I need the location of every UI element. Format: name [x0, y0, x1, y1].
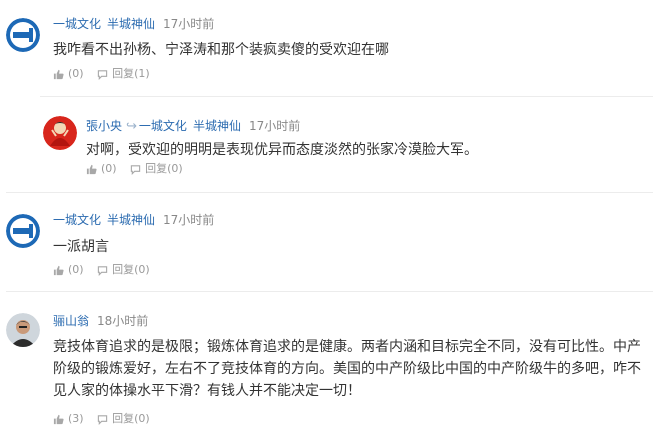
- comment-time: 18小时前: [97, 314, 149, 328]
- key-avatar-icon[interactable]: [6, 214, 40, 248]
- like-button[interactable]: (3): [53, 412, 84, 426]
- like-count: (0): [68, 67, 84, 80]
- comment-header: 一城文化 半城神仙 17小时前: [53, 212, 214, 228]
- comment-text: 竞技体育追求的是极限；锻炼体育追求的是健康。两者内涵和目标完全不同，没有可比性。…: [53, 336, 653, 402]
- like-count: (0): [101, 162, 117, 175]
- comment-header: 骊山翁 18小时前: [53, 313, 148, 329]
- reply-button[interactable]: 回复(0): [97, 263, 150, 277]
- reply-icon: [97, 414, 108, 425]
- reply-target-username[interactable]: 一城文化: [139, 119, 187, 133]
- like-count: (0): [68, 263, 84, 276]
- reply-icon: [97, 265, 108, 276]
- divider: [6, 291, 653, 292]
- comment-time: 17小时前: [248, 119, 301, 133]
- comment-time: 17小时前: [163, 17, 215, 31]
- reply-icon: [97, 69, 108, 80]
- reply-arrow-icon: ↪: [126, 119, 137, 134]
- key-avatar-icon[interactable]: [6, 18, 40, 52]
- reply-count: 回复(0): [112, 412, 150, 425]
- comment-actions: (3) 回复(0): [53, 412, 150, 429]
- divider: [6, 192, 653, 193]
- username-link[interactable]: 半城神仙: [107, 213, 155, 227]
- reply-icon: [130, 164, 141, 175]
- divider: [40, 96, 653, 97]
- thumbs-up-icon: [53, 414, 64, 424]
- like-button[interactable]: (0): [53, 67, 84, 81]
- username-link[interactable]: 半城神仙: [107, 17, 155, 31]
- comment-text: 对啊，受欢迎的明明是表现优异而态度淡然的张家冷漠脸大军。: [86, 142, 478, 158]
- reply-button[interactable]: 回复(0): [97, 412, 150, 426]
- thumbs-up-icon: [53, 69, 64, 79]
- comment-header: 張小央 ↪ 一城文化 半城神仙 17小时前: [86, 118, 300, 135]
- reply-count: 回复(0): [112, 263, 150, 276]
- username-link[interactable]: 一城文化: [53, 17, 101, 31]
- reply-count: 回复(1): [112, 67, 150, 80]
- reply-button[interactable]: 回复(1): [97, 67, 150, 81]
- thumbs-up-icon: [86, 164, 97, 174]
- comment-text-line: 见人家的体操水平下滑？有钱人并不能决定一切！: [53, 383, 361, 399]
- reply-count: 回复(0): [145, 162, 183, 175]
- like-count: (3): [68, 412, 84, 425]
- comment-actions: (0) 回复(1): [53, 67, 150, 84]
- comment-text: 我咋看不出孙杨、宁泽涛和那个装疯卖傻的受欢迎在哪: [53, 42, 389, 58]
- comment-time: 17小时前: [163, 213, 215, 227]
- comment-actions: (0) 回复(0): [53, 263, 150, 280]
- like-button[interactable]: (0): [86, 162, 117, 176]
- reply-button[interactable]: 回复(0): [130, 162, 183, 176]
- username-link[interactable]: 骊山翁: [53, 314, 89, 328]
- comment-text-line: 阶级的锻炼爱好，左右不了竞技体育的方向。美国的中产阶级比中国的中产阶级牛的多吧，…: [53, 361, 641, 377]
- man-photo-avatar[interactable]: [6, 313, 40, 347]
- comment-header: 一城文化 半城神仙 17小时前: [53, 16, 214, 32]
- comment-text-line: 竞技体育追求的是极限；锻炼体育追求的是健康。两者内涵和目标完全不同，没有可比性。…: [53, 339, 641, 355]
- username-link[interactable]: 一城文化: [53, 213, 101, 227]
- username-link[interactable]: 張小央: [86, 119, 122, 133]
- comment-actions: (0) 回复(0): [86, 162, 183, 179]
- red-robe-person-avatar[interactable]: [43, 116, 77, 150]
- comment-text: 一派胡言: [53, 239, 109, 255]
- like-button[interactable]: (0): [53, 263, 84, 277]
- thumbs-up-icon: [53, 265, 64, 275]
- reply-target-username[interactable]: 半城神仙: [193, 119, 241, 133]
